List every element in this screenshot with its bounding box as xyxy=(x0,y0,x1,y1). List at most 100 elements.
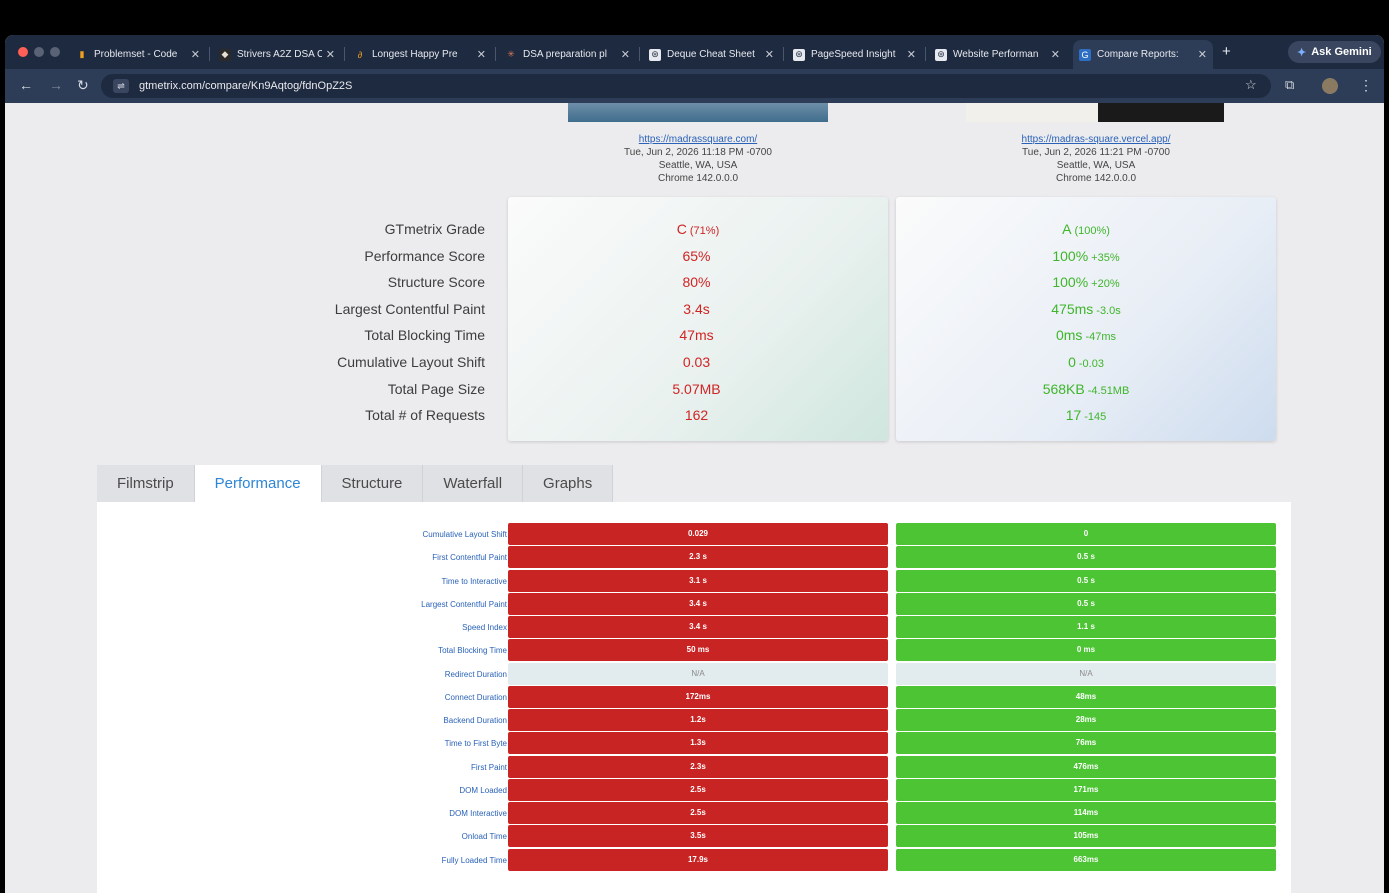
report-b-metric-bar: 0.5 s xyxy=(896,592,1276,615)
summary-value: 5.07MB xyxy=(672,380,721,397)
summary-delta: +35% xyxy=(1091,251,1120,264)
browser-tab[interactable]: ⊛ Website Performan ✕ xyxy=(929,40,1066,69)
address-bar[interactable]: ⇌ gtmetrix.com/compare/Kn9Aqtog/fdnOpZ2S xyxy=(101,74,1271,98)
close-tab-icon[interactable]: ✕ xyxy=(191,48,200,61)
report-a-summary-value: 5.07MB xyxy=(508,376,888,403)
metric-label: DOM Interactive xyxy=(449,809,507,818)
menu-kebab-icon[interactable]: ⋮ xyxy=(1359,77,1373,94)
summary-metric-label: Total # of Requests xyxy=(365,407,485,424)
ask-gemini-label: Ask Gemini xyxy=(1311,46,1372,58)
summary-metric-label: Total Blocking Time xyxy=(364,327,485,344)
site-settings-icon[interactable]: ⇌ xyxy=(113,79,129,93)
report-a-summary-value: 65% xyxy=(508,243,888,270)
report-b-metric-bar: 28ms xyxy=(896,709,1276,731)
report-tabs: Filmstrip Performance Structure Waterfall Gr… xyxy=(97,465,614,502)
report-a-summary-value: 80% xyxy=(508,269,888,296)
tab-separator xyxy=(209,47,210,61)
report-a-date: Tue, Jun 2, 2026 11:18 PM -0700 xyxy=(624,147,772,158)
chatgpt-icon: ⊛ xyxy=(649,48,661,61)
bookmark-star-icon[interactable]: ☆ xyxy=(1245,77,1257,93)
metric-label: Backend Duration xyxy=(443,716,507,725)
summary-metric-label: Structure Score xyxy=(387,274,485,291)
tab-waterfall[interactable]: Waterfall xyxy=(423,465,524,502)
browser-tab[interactable]: ✳ DSA preparation pl ✕ xyxy=(499,40,636,69)
forward-arrow-icon[interactable]: → xyxy=(49,77,63,93)
tab-title: DSA preparation pl xyxy=(523,49,607,60)
report-a-metric-bar: N/A xyxy=(508,662,888,685)
report-a-metric-bar: 3.4 s xyxy=(508,616,888,638)
metric-label: Fully Loaded Time xyxy=(441,855,507,865)
browser-window: ▮ Problemset - Code ✕ ◆ Strivers A2Z DSA C ✕ ∂… xyxy=(5,35,1384,893)
page-content: https://madrassquare.com/ Tue, Jun 2, 20… xyxy=(5,103,1384,893)
report-b-metric-bar: 48ms xyxy=(896,685,1276,708)
report-b-metric-bar: 1.1 s xyxy=(896,616,1276,638)
summary-delta: (100%) xyxy=(1074,225,1110,237)
summary-delta: -3.0s xyxy=(1096,304,1121,317)
report-b-metric-bar: 114ms xyxy=(896,802,1276,824)
close-tab-icon[interactable]: ✕ xyxy=(1198,48,1207,61)
report-b-summary-value: 475ms -3.0s xyxy=(896,296,1276,323)
reload-icon[interactable]: ↻ xyxy=(77,77,89,94)
tab-performance[interactable]: Performance xyxy=(194,465,322,502)
report-b-date: Tue, Jun 2, 2026 11:21 PM -0700 xyxy=(1022,147,1170,158)
metric-label: First Contentful Paint xyxy=(432,553,507,563)
close-tab-icon[interactable]: ✕ xyxy=(1051,48,1060,61)
url-text[interactable]: gtmetrix.com/compare/Kn9Aqtog/fdnOpZ2S xyxy=(139,80,352,92)
report-b-screenshot xyxy=(966,103,1224,122)
metric-label: Time to Interactive xyxy=(441,576,507,586)
browser-tab[interactable]: ⊛ Deque Cheat Sheet ✕ xyxy=(643,40,780,69)
new-tab-button[interactable]: + xyxy=(1222,43,1231,60)
browser-tab[interactable]: ⊛ PageSpeed Insight ✕ xyxy=(787,40,922,69)
report-b-metric-bar: 0 ms xyxy=(896,639,1276,662)
profile-avatar[interactable] xyxy=(1322,78,1338,94)
summary-delta: (71%) xyxy=(689,225,720,237)
summary-value: 65% xyxy=(682,247,711,264)
report-b-summary-value: A (100%) xyxy=(896,216,1276,243)
minimize-window-icon[interactable] xyxy=(34,47,44,57)
report-a-metric-bar: 1.2s xyxy=(508,709,888,731)
tab-separator xyxy=(639,47,640,61)
summary-value: 162 xyxy=(684,407,709,424)
report-b-metric-bar: 0 xyxy=(896,523,1276,545)
report-b-summary-value: 100% +35% xyxy=(896,243,1276,270)
metric-label: Cumulative Layout Shift xyxy=(422,530,508,539)
report-a-summary-value: 47ms xyxy=(508,322,888,349)
report-b-location: Seattle, WA, USA xyxy=(1056,160,1136,171)
close-tab-icon[interactable]: ✕ xyxy=(765,48,774,61)
close-window-icon[interactable] xyxy=(18,47,28,57)
zoom-window-icon[interactable] xyxy=(50,47,60,57)
metric-label: Largest Contentful Paint xyxy=(421,599,507,609)
browser-tab[interactable]: G Compare Reports: ✕ xyxy=(1073,40,1213,69)
report-b-summary-value: 17 -145 xyxy=(896,402,1276,429)
summary-value: 80% xyxy=(682,274,711,291)
back-arrow-icon[interactable]: ← xyxy=(19,77,33,93)
tab-graphs[interactable]: Graphs xyxy=(523,465,614,502)
close-tab-icon[interactable]: ✕ xyxy=(326,48,335,61)
extensions-icon[interactable]: ⧉ xyxy=(1285,77,1294,93)
summary-metric-label: GTmetrix Grade xyxy=(384,221,485,237)
report-b-url[interactable]: https://madras-square.vercel.app/ xyxy=(966,133,1226,146)
browser-tab[interactable]: ▮ Problemset - Code ✕ xyxy=(70,40,206,69)
browser-tab[interactable]: ◆ Strivers A2Z DSA C ✕ xyxy=(213,40,341,69)
summary-metric-label: Cumulative Layout Shift xyxy=(337,353,485,370)
report-a-summary-value: 3.4s xyxy=(508,296,888,323)
tab-separator xyxy=(344,47,345,61)
summary-value: 100% xyxy=(1052,274,1089,291)
ask-gemini-button[interactable]: ✦ Ask Gemini xyxy=(1288,41,1381,63)
metric-label: Connect Duration xyxy=(444,692,507,702)
close-tab-icon[interactable]: ✕ xyxy=(621,48,630,61)
browser-tab[interactable]: ∂ Longest Happy Pre ✕ xyxy=(348,40,492,69)
report-a-metric-bar: 17.9s xyxy=(508,848,888,871)
report-b-metric-bar: 663ms xyxy=(896,848,1276,871)
report-a-metric-bar: 2.3s xyxy=(508,755,888,778)
close-tab-icon[interactable]: ✕ xyxy=(907,48,916,61)
tab-structure[interactable]: Structure xyxy=(321,465,424,502)
tab-filmstrip[interactable]: Filmstrip xyxy=(97,465,195,502)
performance-panel: Cumulative Layout Shift 0.029 0 First Conte… xyxy=(97,502,1291,893)
report-a-metric-bar: 2.5s xyxy=(508,802,888,824)
report-b-summary-value: 568KB -4.51MB xyxy=(896,376,1276,403)
close-tab-icon[interactable]: ✕ xyxy=(477,48,486,61)
report-a-url[interactable]: https://madrassquare.com/ xyxy=(568,133,828,146)
metric-label: Time to First Byte xyxy=(444,739,507,749)
report-a-summary-value: 0.03 xyxy=(508,349,888,376)
